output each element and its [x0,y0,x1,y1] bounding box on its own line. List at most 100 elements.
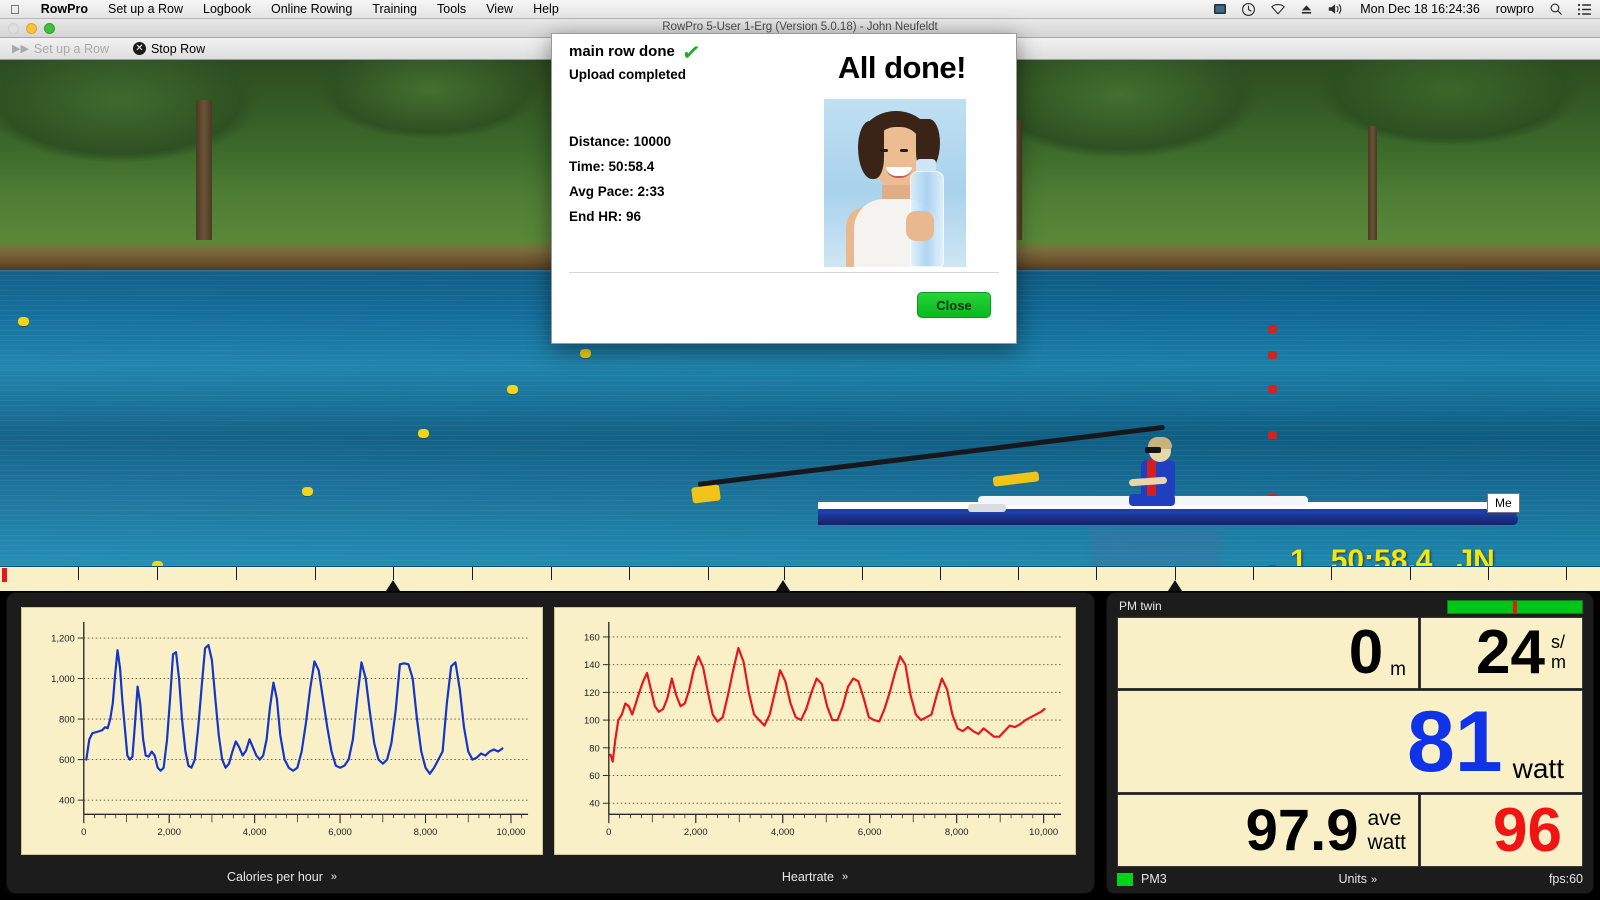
distance-unit: m [1390,658,1406,680]
double-arrow-icon: ▶▶ [12,43,29,55]
average-watt-readout[interactable]: 97.9 ave watt [1117,794,1419,867]
svg-text:600: 600 [59,755,75,766]
svg-text:1,200: 1,200 [51,634,75,645]
svg-text:4,000: 4,000 [771,827,795,838]
setup-a-row-button[interactable]: ▶▶ Set up a Row [0,42,121,56]
svg-text:2,000: 2,000 [157,827,181,838]
buoy-marker [580,349,591,358]
heartrate-chart-footer[interactable]: Heartrate » [554,866,1076,888]
menu-bar-clock[interactable]: Mon Dec 18 16:24:36 [1352,2,1488,16]
calories-chart-footer[interactable]: Calories per hour » [21,866,543,888]
heartrate-chart[interactable]: 40 60 80 100 120 140 160 0 2,000 4,000 6,000 8,000 1… [554,607,1076,855]
watt-readout[interactable]: 81 watt [1117,690,1583,793]
menu-item-training[interactable]: Training [362,2,427,16]
pm-twin-panel: PM twin 0 m 24 s/ m 81 watt 97.9 ave wat… [1106,592,1594,894]
tree-trunk [196,100,212,245]
dialog-banner: All done! [837,50,967,85]
screen-recording-icon[interactable] [1206,2,1234,16]
dialog-heading: main row done [569,43,675,60]
pm-twin-readouts: 0 m 24 s/ m 81 watt 97.9 ave watt 96 [1117,617,1583,867]
tree-trunk [1368,126,1377,242]
rowpro-app-window:  RowPro Set up a Row Logbook Online Row… [0,0,1600,900]
stat-time: Time: 50:58.4 [569,159,655,174]
menu-item-tools[interactable]: Tools [427,2,476,16]
svg-text:400: 400 [59,796,75,807]
svg-text:10,000: 10,000 [496,827,525,838]
svg-text:4,000: 4,000 [243,827,267,838]
rowing-boat [691,424,1528,540]
apple-logo-icon[interactable]:  [0,3,31,16]
svg-text:10,000: 10,000 [1029,827,1058,838]
volume-icon[interactable] [1320,2,1352,16]
menu-item-rowpro[interactable]: RowPro [31,2,98,16]
time-machine-icon[interactable] [1234,2,1263,17]
heartrate-readout[interactable]: 96 [1420,794,1583,867]
svg-text:40: 40 [589,799,600,810]
svg-text:8,000: 8,000 [945,827,969,838]
stat-distance: Distance: 10000 [569,134,672,149]
control-center-icon[interactable] [1570,3,1600,16]
watt-value: 81 [1406,693,1503,790]
eject-icon[interactable] [1293,3,1320,16]
pm-twin-footer: PM3 Units » fps:60 [1117,869,1583,889]
menu-bar-username[interactable]: rowpro [1488,2,1542,16]
ruler-boat-marker [776,580,790,591]
dialog-subheading: Upload completed [569,67,687,82]
search-icon[interactable] [1542,2,1570,16]
macos-menu-bar:  RowPro Set up a Row Logbook Online Row… [0,0,1600,19]
pm3-status-led-icon [1117,872,1133,886]
menu-item-help[interactable]: Help [523,2,569,16]
fps-indicator: fps:60 [1548,872,1583,886]
average-watt-value: 97.9 [1245,797,1359,863]
calories-chart-label: Calories per hour [226,870,323,884]
pace-value: 24 [1476,618,1545,687]
units-button[interactable]: Units » [1167,872,1549,886]
buoy-marker [1268,325,1277,333]
oar-grip [992,471,1040,487]
menu-item-online-rowing[interactable]: Online Rowing [261,2,362,16]
buoy-marker [1268,351,1277,359]
svg-text:8,000: 8,000 [414,827,438,838]
calories-per-hour-chart[interactable]: 400 600 800 1,000 1,200 0 2,000 4,000 6,000 8,000… [21,607,543,855]
buoy-marker [1268,385,1277,393]
course-progress-ruler[interactable] [0,566,1600,591]
heartrate-value: 96 [1493,795,1562,865]
stat-end-hr: End HR: 96 [569,209,642,224]
buoy-marker [507,385,518,394]
boat-name-tag: Me [1487,493,1520,513]
buoy-marker [418,429,429,438]
svg-text:2,000: 2,000 [684,827,708,838]
menu-item-set-up-a-row[interactable]: Set up a Row [98,2,193,16]
svg-text:0: 0 [81,827,86,838]
average-watt-unit-bottom: watt [1367,830,1406,854]
ruler-start-marker [2,568,7,582]
ruler-boat-marker [1168,580,1182,591]
boat-hull-lower [818,514,1518,525]
wifi-icon[interactable] [1263,2,1293,16]
watt-unit: watt [1512,753,1564,785]
close-button[interactable]: Close [917,292,991,318]
svg-text:80: 80 [589,743,600,754]
stop-row-button[interactable]: ✕ Stop Row [121,42,217,56]
average-watt-unit: ave watt [1367,807,1406,854]
distance-readout[interactable]: 0 m [1117,617,1419,689]
svg-text:1,000: 1,000 [51,674,75,685]
pace-unit-top: s/ [1551,632,1566,653]
svg-text:160: 160 [584,632,600,643]
svg-text:6,000: 6,000 [328,827,352,838]
pm3-device-label: PM3 [1141,872,1167,886]
pace-readout[interactable]: 24 s/ m [1420,617,1583,689]
svg-text:140: 140 [584,660,600,671]
ruler-boat-marker [386,580,400,591]
next-chart-icon[interactable]: » [842,871,848,883]
checkmark-icon: ✓ [680,38,703,67]
pace-unit-bottom: m [1551,652,1566,672]
svg-text:100: 100 [584,716,600,727]
average-watt-unit-top: ave [1367,806,1402,830]
charts-panel: 400 600 800 1,000 1,200 0 2,000 4,000 6,000 8,000… [6,592,1095,894]
menu-item-logbook[interactable]: Logbook [193,2,261,16]
menu-item-view[interactable]: View [476,2,523,16]
next-chart-icon[interactable]: » [331,871,337,883]
stat-avg-pace: Avg Pace: 2:33 [569,184,665,199]
stop-row-label: Stop Row [150,41,206,56]
